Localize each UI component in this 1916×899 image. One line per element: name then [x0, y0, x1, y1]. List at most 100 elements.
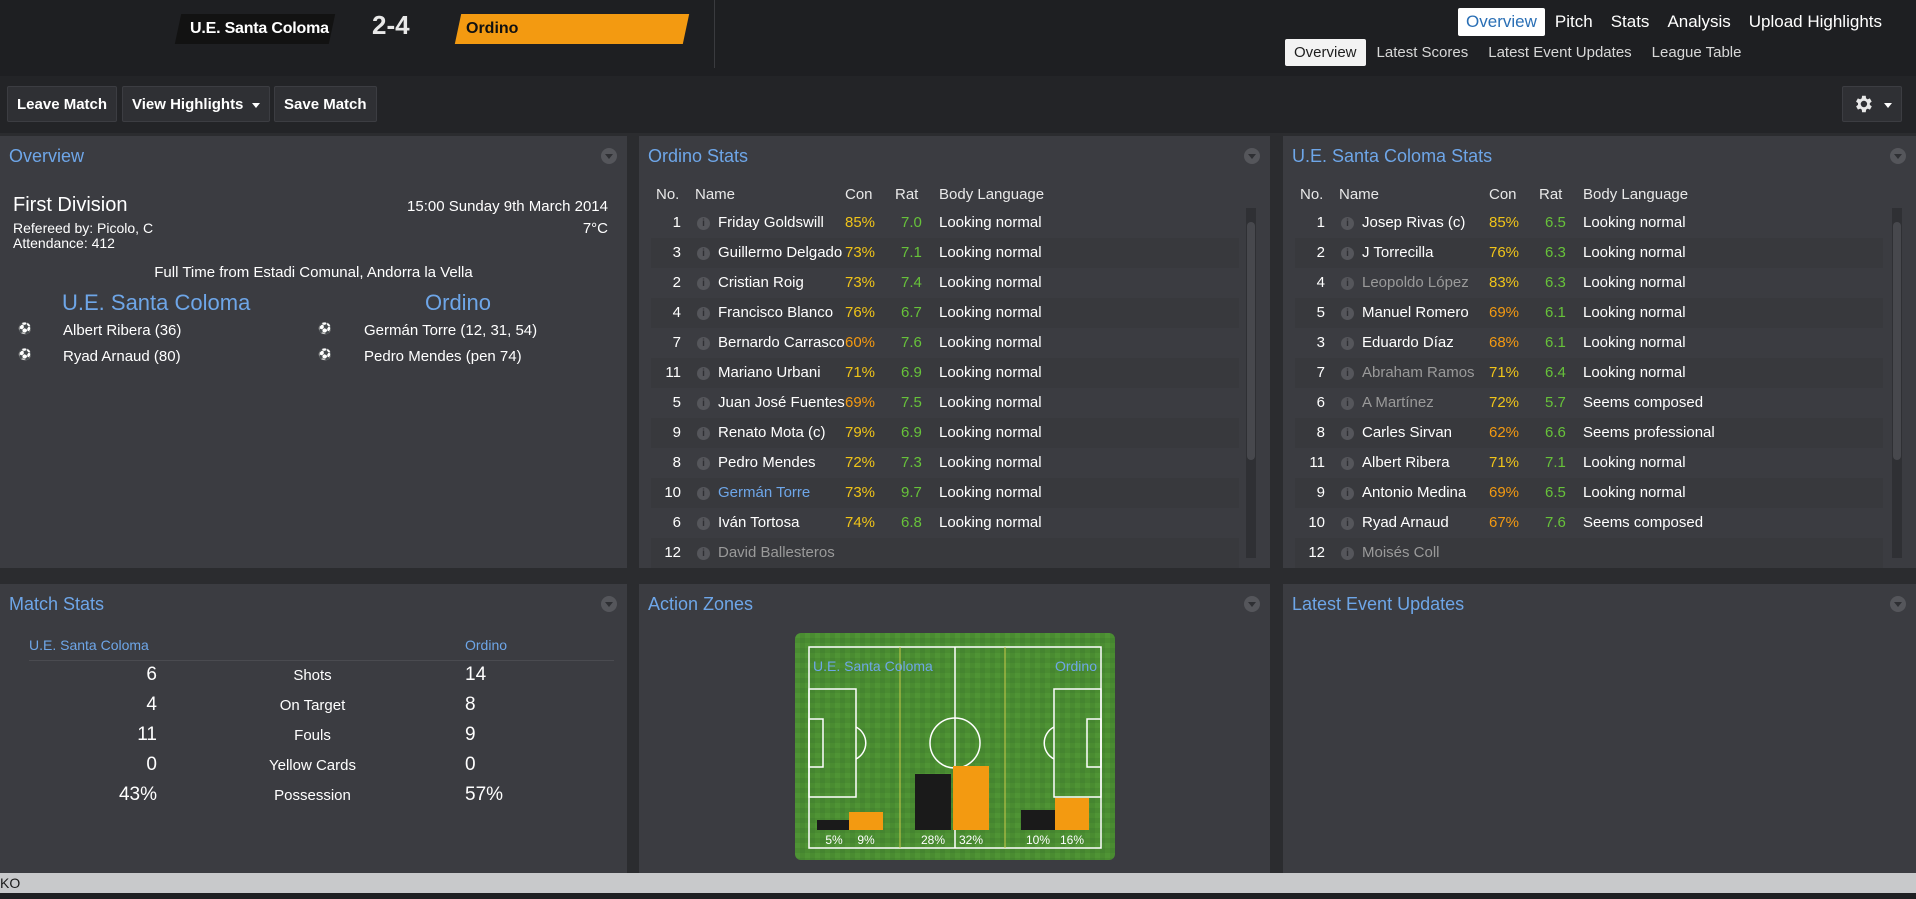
info-icon[interactable]: i	[1341, 457, 1354, 470]
collapse-icon[interactable]	[1244, 148, 1260, 164]
player-row[interactable]: 2 i Cristian Roig 73% 7.4 Looking normal	[651, 268, 1239, 298]
player-row[interactable]: 7 i Abraham Ramos 71% 6.4 Looking normal	[1295, 358, 1883, 388]
player-row[interactable]: 11 i Mariano Urbani 71% 6.9 Looking normal	[651, 358, 1239, 388]
player-name[interactable]: Leopoldo López	[1362, 268, 1469, 298]
collapse-icon[interactable]	[1244, 596, 1260, 612]
player-name[interactable]: Moisés Coll	[1362, 538, 1440, 568]
player-name[interactable]: Cristian Roig	[718, 268, 804, 298]
col-no[interactable]: No.	[656, 186, 679, 203]
info-icon[interactable]: i	[1341, 337, 1354, 350]
collapse-icon[interactable]	[601, 148, 617, 164]
player-name[interactable]: Albert Ribera	[1362, 448, 1450, 478]
player-row[interactable]: 1 i Josep Rivas (c) 85% 6.5 Looking normal	[1295, 208, 1883, 238]
info-icon[interactable]: i	[1341, 277, 1354, 290]
info-icon[interactable]: i	[697, 247, 710, 260]
info-icon[interactable]: i	[697, 457, 710, 470]
info-icon[interactable]: i	[1341, 247, 1354, 260]
info-icon[interactable]: i	[1341, 217, 1354, 230]
col-name[interactable]: Name	[1339, 186, 1379, 203]
player-name[interactable]: Renato Mota (c)	[718, 418, 826, 448]
info-icon[interactable]: i	[1341, 427, 1354, 440]
info-icon[interactable]: i	[1341, 487, 1354, 500]
info-icon[interactable]: i	[697, 487, 710, 500]
info-icon[interactable]: i	[697, 397, 710, 410]
col-rat[interactable]: Rat	[895, 186, 918, 203]
player-name[interactable]: Guillermo Delgado	[718, 238, 842, 268]
player-name[interactable]: A Martínez	[1362, 388, 1434, 418]
subtab-overview[interactable]: Overview	[1285, 39, 1366, 66]
player-row[interactable]: 9 i Antonio Medina 69% 6.5 Looking normal	[1295, 478, 1883, 508]
view-highlights-button[interactable]: View Highlights	[122, 86, 271, 122]
col-con[interactable]: Con	[845, 186, 873, 203]
player-name[interactable]: J Torrecilla	[1362, 238, 1433, 268]
tab-overview[interactable]: Overview	[1458, 8, 1545, 36]
player-row[interactable]: 4 i Leopoldo López 83% 6.3 Looking normal	[1295, 268, 1883, 298]
player-name[interactable]: Eduardo Díaz	[1362, 328, 1454, 358]
player-name[interactable]: Manuel Romero	[1362, 298, 1469, 328]
subtab-latest-scores[interactable]: Latest Scores	[1368, 39, 1478, 66]
player-name[interactable]: Pedro Mendes	[718, 448, 816, 478]
info-icon[interactable]: i	[1341, 517, 1354, 530]
player-row[interactable]: 12 i Moisés Coll	[1295, 538, 1883, 568]
player-name[interactable]: Mariano Urbani	[718, 358, 821, 388]
info-icon[interactable]: i	[697, 217, 710, 230]
player-name[interactable]: Bernardo Carrasco	[718, 328, 845, 358]
player-name[interactable]: Juan José Fuentes	[718, 388, 845, 418]
player-row[interactable]: 6 i Iván Tortosa 74% 6.8 Looking normal	[651, 508, 1239, 538]
info-icon[interactable]: i	[1341, 307, 1354, 320]
leave-match-button[interactable]: Leave Match	[7, 86, 118, 122]
scrollbar[interactable]	[1892, 208, 1902, 558]
info-icon[interactable]: i	[1341, 547, 1354, 560]
tab-pitch[interactable]: Pitch	[1547, 8, 1601, 36]
player-row[interactable]: 10 i Germán Torre 73% 9.7 Looking normal	[651, 478, 1239, 508]
player-row[interactable]: 6 i A Martínez 72% 5.7 Seems composed	[1295, 388, 1883, 418]
info-icon[interactable]: i	[1341, 397, 1354, 410]
player-name[interactable]: Josep Rivas (c)	[1362, 208, 1465, 238]
player-name[interactable]: Francisco Blanco	[718, 298, 833, 328]
col-body-language[interactable]: Body Language	[1583, 186, 1688, 203]
info-icon[interactable]: i	[697, 277, 710, 290]
info-icon[interactable]: i	[697, 337, 710, 350]
player-row[interactable]: 11 i Albert Ribera 71% 7.1 Looking normal	[1295, 448, 1883, 478]
collapse-icon[interactable]	[1890, 148, 1906, 164]
player-name[interactable]: Iván Tortosa	[718, 508, 799, 538]
player-name[interactable]: Ryad Arnaud	[1362, 508, 1449, 538]
player-row[interactable]: 4 i Francisco Blanco 76% 6.7 Looking normal	[651, 298, 1239, 328]
player-row[interactable]: 9 i Renato Mota (c) 79% 6.9 Looking normal	[651, 418, 1239, 448]
info-icon[interactable]: i	[697, 517, 710, 530]
subtab-latest-event-updates[interactable]: Latest Event Updates	[1479, 39, 1640, 66]
player-row[interactable]: 7 i Bernardo Carrasco 60% 7.6 Looking normal	[651, 328, 1239, 358]
player-name[interactable]: Antonio Medina	[1362, 478, 1466, 508]
info-icon[interactable]: i	[697, 547, 710, 560]
player-row[interactable]: 10 i Ryad Arnaud 67% 7.6 Seems composed	[1295, 508, 1883, 538]
player-name[interactable]: David Ballesteros	[718, 538, 835, 568]
col-no[interactable]: No.	[1300, 186, 1323, 203]
player-name[interactable]: Carles Sirvan	[1362, 418, 1452, 448]
col-rat[interactable]: Rat	[1539, 186, 1562, 203]
collapse-icon[interactable]	[601, 596, 617, 612]
tab-upload-highlights[interactable]: Upload Highlights	[1741, 8, 1890, 36]
player-row[interactable]: 2 i J Torrecilla 76% 6.3 Looking normal	[1295, 238, 1883, 268]
player-row[interactable]: 8 i Carles Sirvan 62% 6.6 Seems professional	[1295, 418, 1883, 448]
player-name[interactable]: Friday Goldswill	[718, 208, 824, 238]
info-icon[interactable]: i	[697, 367, 710, 380]
player-row[interactable]: 3 i Eduardo Díaz 68% 6.1 Looking normal	[1295, 328, 1883, 358]
col-con[interactable]: Con	[1489, 186, 1517, 203]
player-row[interactable]: 8 i Pedro Mendes 72% 7.3 Looking normal	[651, 448, 1239, 478]
scroll-thumb[interactable]	[1893, 222, 1901, 460]
info-icon[interactable]: i	[697, 307, 710, 320]
player-row[interactable]: 5 i Juan José Fuentes 69% 7.5 Looking normal	[651, 388, 1239, 418]
save-match-button[interactable]: Save Match	[274, 86, 377, 122]
info-icon[interactable]: i	[697, 427, 710, 440]
player-row[interactable]: 12 i David Ballesteros	[651, 538, 1239, 568]
player-name[interactable]: Abraham Ramos	[1362, 358, 1475, 388]
info-icon[interactable]: i	[1341, 367, 1354, 380]
subtab-league-table[interactable]: League Table	[1643, 39, 1751, 66]
collapse-icon[interactable]	[1890, 596, 1906, 612]
tab-analysis[interactable]: Analysis	[1659, 8, 1738, 36]
player-row[interactable]: 1 i Friday Goldswill 85% 7.0 Looking normal	[651, 208, 1239, 238]
scrollbar[interactable]	[1246, 208, 1256, 558]
col-body-language[interactable]: Body Language	[939, 186, 1044, 203]
col-name[interactable]: Name	[695, 186, 735, 203]
settings-button[interactable]	[1842, 86, 1902, 122]
